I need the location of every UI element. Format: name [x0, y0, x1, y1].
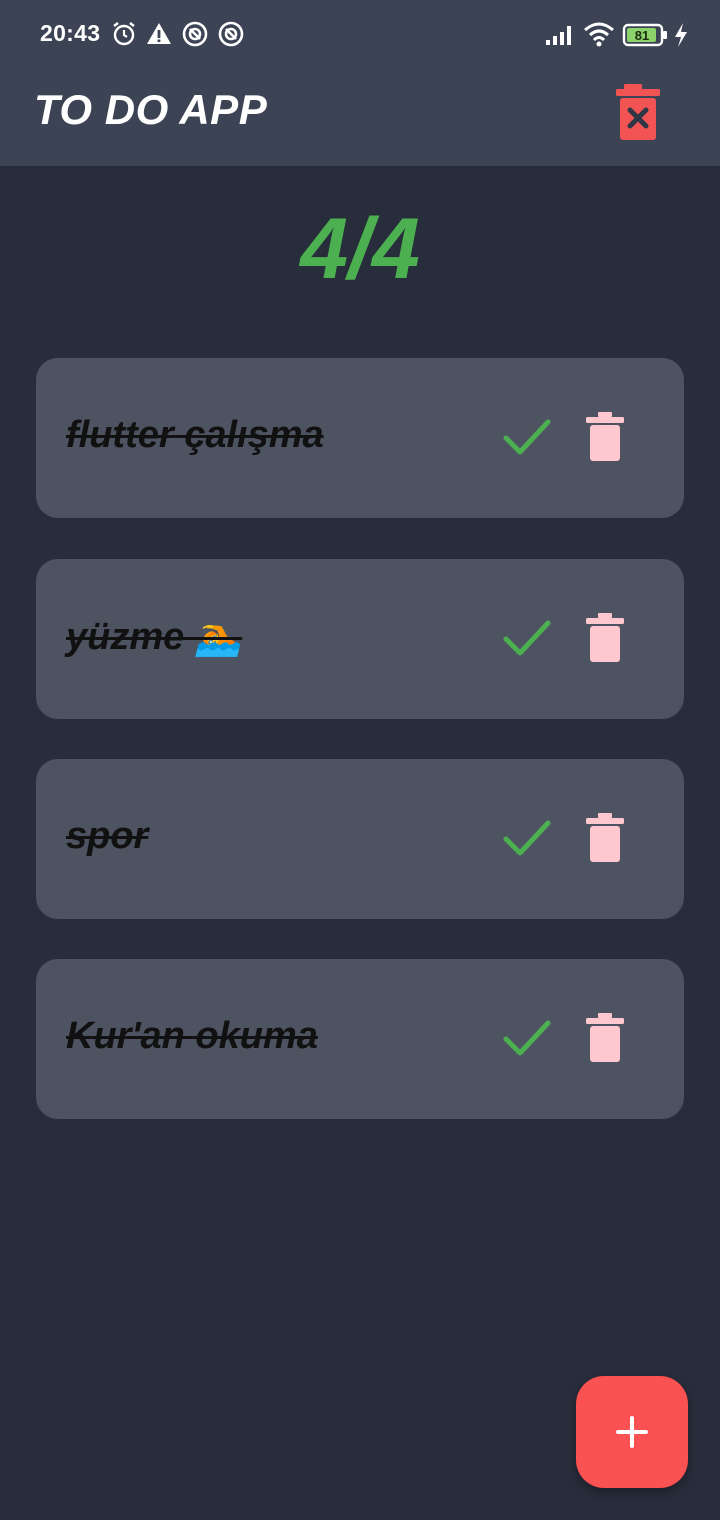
task-card[interactable]: yüzme 🏊	[36, 559, 684, 719]
warning-icon	[147, 23, 171, 44]
battery-level: 81	[635, 28, 649, 43]
alarm-icon	[113, 22, 135, 46]
task-title: Kur'an okuma	[66, 1015, 318, 1057]
screen: 20:43 81 TO DO APP 4/4 flutter çalışma y…	[0, 0, 720, 1520]
battery-icon: 81	[622, 23, 667, 47]
task-title: flutter çalışma	[66, 414, 324, 456]
status-time: 20:43	[40, 20, 101, 46]
plus-icon	[616, 1416, 648, 1448]
delete-icon[interactable]	[584, 613, 626, 663]
delete-icon[interactable]	[584, 813, 626, 863]
data-saver-icon	[182, 21, 208, 47]
task-card[interactable]: flutter çalışma	[36, 358, 684, 518]
charging-icon	[675, 23, 687, 47]
app-title: TO DO APP	[34, 86, 268, 133]
app-bar: TO DO APP	[0, 68, 720, 166]
signal-icon	[546, 26, 571, 45]
data-saver-icon	[218, 21, 244, 47]
task-title: yüzme 🏊	[66, 616, 243, 658]
delete-icon[interactable]	[584, 412, 626, 462]
progress-counter: 4/4	[300, 201, 420, 297]
trash-x-icon	[616, 84, 660, 140]
check-icon[interactable]	[502, 815, 552, 861]
check-icon[interactable]	[502, 615, 552, 661]
task-card[interactable]: spor	[36, 759, 684, 919]
wifi-icon	[584, 22, 614, 47]
clear-all-button[interactable]	[610, 82, 670, 144]
check-icon[interactable]	[502, 1015, 552, 1061]
status-bar: 20:43 81	[0, 0, 720, 68]
add-task-button[interactable]	[576, 1376, 688, 1488]
check-icon[interactable]	[502, 414, 552, 460]
task-card[interactable]: Kur'an okuma	[36, 959, 684, 1119]
delete-icon[interactable]	[584, 1013, 626, 1063]
task-title: spor	[66, 815, 149, 857]
